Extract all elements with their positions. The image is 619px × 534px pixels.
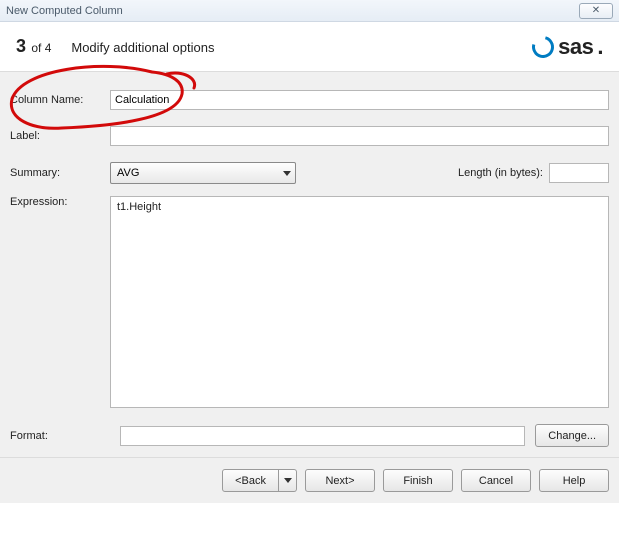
column-name-row: Column Name: xyxy=(10,90,609,110)
length-label: Length (in bytes): xyxy=(428,167,549,179)
help-button[interactable]: Help xyxy=(539,469,609,492)
back-button[interactable]: <Back xyxy=(222,469,279,492)
window-close-button[interactable]: ✕ xyxy=(579,3,613,19)
wizard-footer: <Back Next> Finish Cancel Help xyxy=(0,457,619,503)
label-row: Label: xyxy=(10,126,609,146)
finish-button[interactable]: Finish xyxy=(383,469,453,492)
next-button[interactable]: Next> xyxy=(305,469,375,492)
chevron-down-icon xyxy=(283,171,291,176)
form-content: Column Name: Label: Summary: AVG Length … xyxy=(0,72,619,457)
window-titlebar: New Computed Column ✕ xyxy=(0,0,619,22)
change-button[interactable]: Change... xyxy=(535,424,609,447)
window-title: New Computed Column xyxy=(6,5,123,17)
label-input[interactable] xyxy=(110,126,609,146)
format-row: Format: Change... xyxy=(10,424,609,447)
sas-logo-dot: . xyxy=(597,34,603,60)
column-name-label: Column Name: xyxy=(10,94,110,106)
expression-label: Expression: xyxy=(10,196,110,208)
column-name-input[interactable] xyxy=(110,90,609,110)
sas-swoosh-icon xyxy=(528,31,558,61)
cancel-button[interactable]: Cancel xyxy=(461,469,531,492)
wizard-header: 3 of 4 Modify additional options sas. xyxy=(0,22,619,72)
summary-select-wrap: AVG xyxy=(110,162,296,184)
label-label: Label: xyxy=(10,130,110,142)
summary-row: Summary: AVG Length (in bytes): xyxy=(10,162,609,184)
close-icon: ✕ xyxy=(592,5,600,16)
sas-logo: sas. xyxy=(532,34,603,60)
format-label: Format: xyxy=(10,430,110,442)
format-input[interactable] xyxy=(120,426,525,446)
summary-select-value: AVG xyxy=(117,167,139,179)
sas-logo-text: sas xyxy=(558,34,593,60)
step-title: Modify additional options xyxy=(71,40,214,55)
step-number: 3 of 4 xyxy=(16,36,51,57)
length-input[interactable] xyxy=(549,163,609,183)
summary-select[interactable]: AVG xyxy=(110,162,296,184)
step-indicator: 3 of 4 Modify additional options xyxy=(16,36,214,57)
expression-textarea[interactable] xyxy=(110,196,609,408)
expression-row: Expression: xyxy=(10,196,609,408)
chevron-down-icon xyxy=(284,478,292,483)
back-dropdown-button[interactable] xyxy=(279,469,297,492)
step-of-text: of 4 xyxy=(28,41,51,55)
step-num-value: 3 xyxy=(16,36,26,56)
summary-label: Summary: xyxy=(10,167,110,179)
back-button-group: <Back xyxy=(222,469,297,492)
